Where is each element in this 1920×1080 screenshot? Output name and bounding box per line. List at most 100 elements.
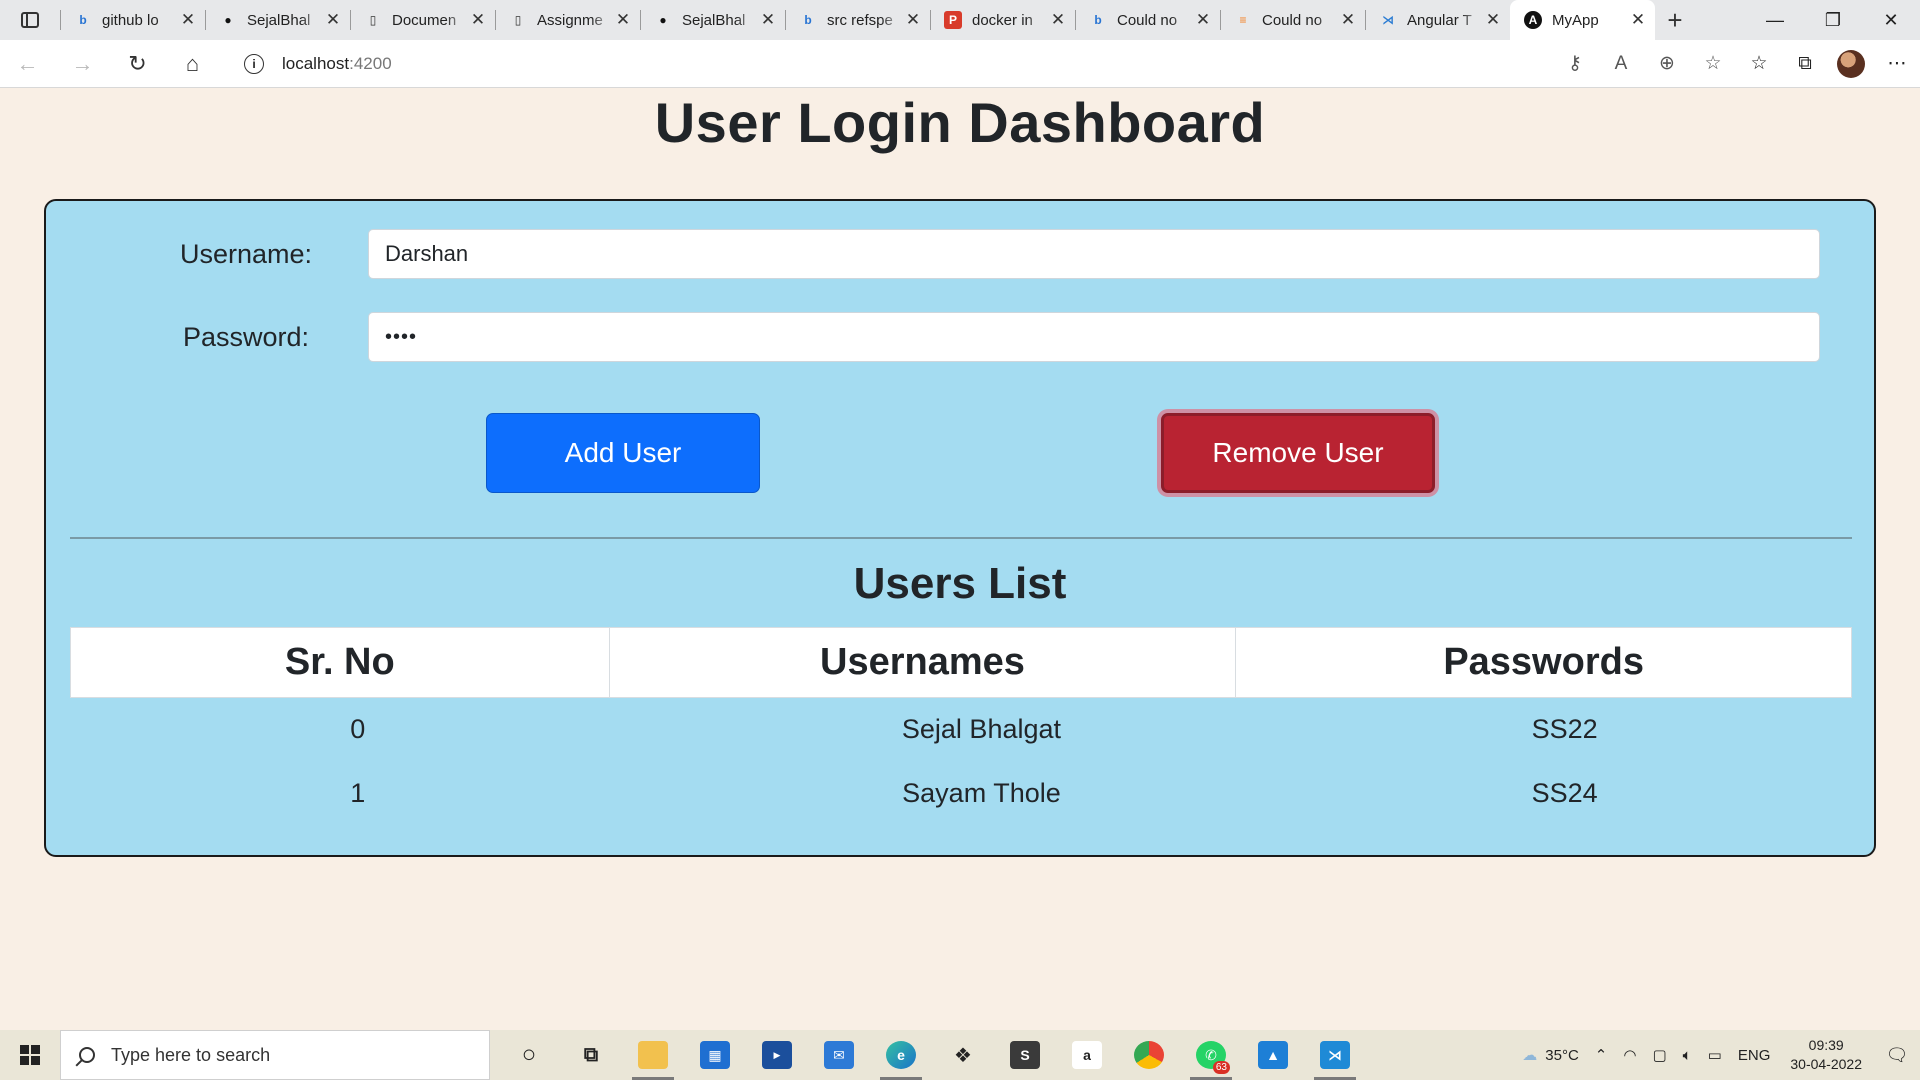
dropbox-button[interactable]: ❖ xyxy=(932,1030,994,1080)
close-tab-icon[interactable]: ✕ xyxy=(469,10,487,30)
tab-title: docker in xyxy=(972,11,1033,29)
prime-video-button[interactable]: ▶ xyxy=(746,1030,808,1080)
start-button[interactable] xyxy=(0,1030,60,1080)
add-favorite-icon[interactable]: ☆ xyxy=(1690,40,1736,88)
chevron-up-icon[interactable]: ⌃ xyxy=(1587,1046,1616,1064)
table-row: 1 Sayam Thole SS24 xyxy=(71,762,1852,826)
close-window-button[interactable]: ✕ xyxy=(1862,0,1920,40)
dropbox-icon: ❖ xyxy=(954,1044,972,1067)
browser-tab-active[interactable]: A MyApp ✕ xyxy=(1510,0,1655,40)
browser-tab[interactable]: P docker in ✕ xyxy=(930,0,1075,40)
wifi-icon[interactable]: ◠ xyxy=(1615,1046,1644,1064)
address-bar[interactable]: i localhost:4200 xyxy=(230,45,1410,82)
task-view-button[interactable]: ⧉ xyxy=(560,1030,622,1080)
more-options-icon[interactable]: ⋯ xyxy=(1874,40,1920,88)
close-tab-icon[interactable]: ✕ xyxy=(1194,10,1212,30)
language-indicator[interactable]: ENG xyxy=(1730,1047,1779,1064)
taskbar-search-input[interactable]: Type here to search xyxy=(60,1030,490,1080)
cell-username: Sejal Bhalgat xyxy=(901,714,1062,745)
site-info-icon[interactable]: i xyxy=(244,53,264,74)
vscode-button[interactable]: ⋊ xyxy=(1304,1030,1366,1080)
favorites-icon[interactable]: ☆ xyxy=(1736,40,1782,88)
toolbar-actions: ⚷ A ⊕ ☆ ☆ ⧉ ⋯ xyxy=(1552,40,1920,88)
browser-tab[interactable]: ● SejalBhal ✕ xyxy=(205,0,350,40)
add-user-button[interactable]: Add User xyxy=(486,413,760,493)
chrome-button[interactable] xyxy=(1118,1030,1180,1080)
cortana-button[interactable]: ○ xyxy=(498,1030,560,1080)
amazon-icon: a xyxy=(1072,1041,1102,1069)
chrome-icon xyxy=(1134,1041,1164,1069)
close-tab-icon[interactable]: ✕ xyxy=(1339,10,1357,30)
avatar xyxy=(1837,49,1865,78)
file-explorer-button[interactable] xyxy=(622,1030,684,1080)
url-port: :4200 xyxy=(349,53,392,73)
browser-tab[interactable]: ▯ Assignme ✕ xyxy=(495,0,640,40)
tab-title: Could no xyxy=(1117,11,1178,29)
tab-title: MyApp xyxy=(1552,11,1599,29)
browser-tab[interactable]: ⋊ Angular T ✕ xyxy=(1365,0,1510,40)
tab-list: b github lo ✕ ● SejalBhal ✕ ▯ Documen ✕ … xyxy=(60,0,1655,40)
taskbar-apps: ○ ⧉ ▦ ▶ ✉ e ❖ S a ✆ 63 ▲ ⋊ xyxy=(498,1030,1366,1080)
clock[interactable]: 09:39 30-04-2022 xyxy=(1778,1036,1874,1074)
close-tab-icon[interactable]: ✕ xyxy=(324,10,342,30)
close-tab-icon[interactable]: ✕ xyxy=(614,10,632,30)
browser-tab[interactable]: ≡ Could no ✕ xyxy=(1220,0,1365,40)
browser-tab[interactable]: b github lo ✕ xyxy=(60,0,205,40)
search-placeholder: Type here to search xyxy=(111,1044,271,1065)
whatsapp-button[interactable]: ✆ 63 xyxy=(1180,1030,1242,1080)
edge-button[interactable]: e xyxy=(870,1030,932,1080)
bing-icon: b xyxy=(1094,13,1102,27)
close-tab-icon[interactable]: ✕ xyxy=(759,10,777,30)
column-header-passwords: Passwords xyxy=(1235,627,1852,698)
amazon-button[interactable]: a xyxy=(1056,1030,1118,1080)
read-aloud-icon[interactable]: A xyxy=(1598,40,1644,88)
key-icon[interactable]: ⚷ xyxy=(1552,40,1598,88)
cortana-icon: ○ xyxy=(521,1041,537,1068)
home-button[interactable]: ⌂ xyxy=(165,40,220,88)
tab-title: Assignme xyxy=(537,11,603,29)
sublime-button[interactable]: S xyxy=(994,1030,1056,1080)
weather-temperature: 35°C xyxy=(1545,1046,1579,1064)
browser-tab[interactable]: b Could no ✕ xyxy=(1075,0,1220,40)
profile-button[interactable] xyxy=(1828,40,1874,88)
mail-button[interactable]: ✉ xyxy=(808,1030,870,1080)
collections-icon[interactable]: ⧉ xyxy=(1782,40,1828,88)
angular-icon: A xyxy=(1524,11,1542,29)
username-input[interactable]: Darshan xyxy=(368,229,1820,279)
file-explorer-icon xyxy=(638,1041,668,1069)
tab-actions-icon xyxy=(21,12,39,28)
new-tab-button[interactable]: + xyxy=(1655,0,1695,40)
divider xyxy=(70,537,1852,539)
browser-tab[interactable]: ▯ Documen ✕ xyxy=(350,0,495,40)
browser-tab[interactable]: b src refspe ✕ xyxy=(785,0,930,40)
minimize-button[interactable]: — xyxy=(1746,0,1804,40)
github-icon: ● xyxy=(224,13,232,27)
back-button[interactable]: ← xyxy=(0,40,55,88)
remove-user-button[interactable]: Remove User xyxy=(1161,413,1435,493)
notifications-icon[interactable]: 🗨︎ xyxy=(1874,1045,1920,1066)
volume-icon[interactable]: 🔈︎ xyxy=(1675,1047,1700,1064)
close-tab-icon[interactable]: ✕ xyxy=(904,10,922,30)
store-button[interactable]: ▦ xyxy=(684,1030,746,1080)
page-title: User Login Dashboard xyxy=(654,91,1266,154)
search-icon xyxy=(79,1047,95,1063)
close-tab-icon[interactable]: ✕ xyxy=(1629,10,1647,30)
password-input[interactable]: •••• xyxy=(368,312,1820,362)
weather-widget[interactable]: ☁ 35°C xyxy=(1514,1046,1587,1065)
close-tab-icon[interactable]: ✕ xyxy=(1484,10,1502,30)
refresh-button[interactable]: ↻ xyxy=(110,40,165,88)
store-icon: ▦ xyxy=(700,1041,730,1069)
close-tab-icon[interactable]: ✕ xyxy=(1049,10,1067,30)
cell-password: SS22 xyxy=(1531,714,1598,745)
forward-button[interactable]: → xyxy=(55,40,110,88)
document-icon: ▯ xyxy=(369,13,377,27)
close-tab-icon[interactable]: ✕ xyxy=(179,10,197,30)
zoom-icon[interactable]: ⊕ xyxy=(1644,40,1690,88)
battery-icon[interactable]: ▭ xyxy=(1700,1046,1730,1064)
photos-button[interactable]: ▲ xyxy=(1242,1030,1304,1080)
table-row: 0 Sejal Bhalgat SS22 xyxy=(71,698,1852,762)
tab-actions-button[interactable] xyxy=(0,0,60,40)
meet-now-icon[interactable]: ▢ xyxy=(1644,1046,1674,1064)
browser-tab[interactable]: ● SejalBhal ✕ xyxy=(640,0,785,40)
restore-button[interactable]: ❐ xyxy=(1804,0,1862,40)
